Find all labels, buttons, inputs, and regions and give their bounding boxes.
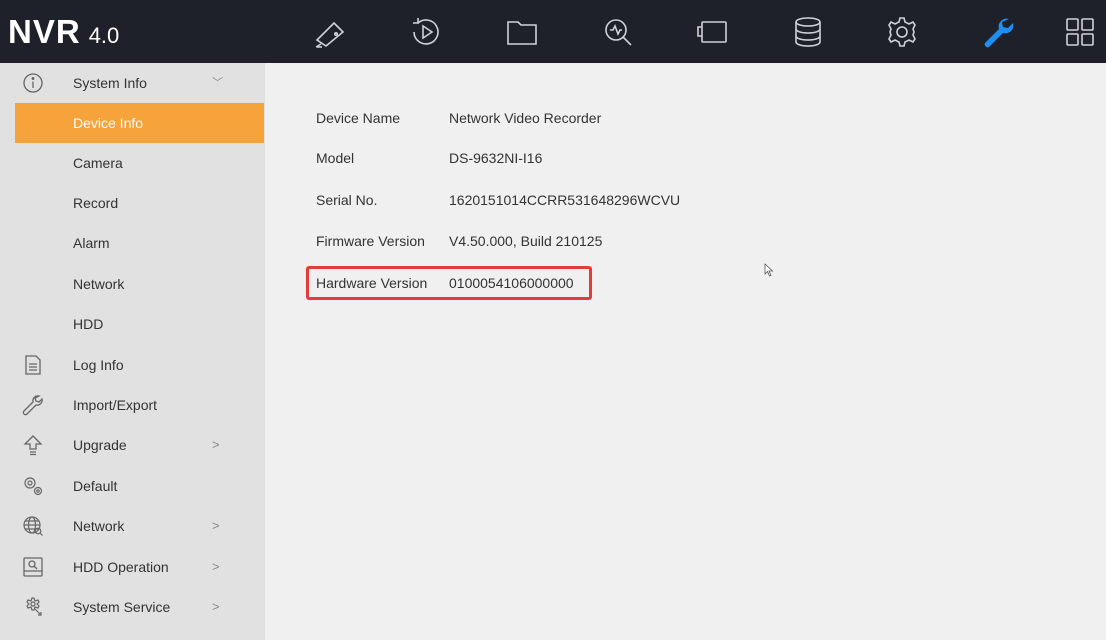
wrench-icon	[22, 394, 44, 416]
globe-icon	[22, 515, 44, 537]
configuration-gear-icon[interactable]	[880, 10, 924, 54]
chevron-right-icon: >	[212, 437, 220, 452]
sidebar-item-label: Device Info	[73, 115, 144, 131]
info-row-model: Model DS-9632NI-I16	[265, 138, 865, 178]
menu-grid-icon[interactable]	[1058, 10, 1102, 54]
sidebar: System Info ﹀ Device Info Camera Record …	[0, 63, 265, 640]
sidebar-item-label: Network	[73, 518, 125, 534]
playback-icon[interactable]	[404, 10, 448, 54]
sidebar-item-hdd-operation[interactable]: HDD Operation >	[0, 547, 265, 587]
sidebar-item-import-export[interactable]: Import/Export	[0, 385, 265, 425]
info-row-serial-no: Serial No. 1620151014CCRR531648296WCVU	[265, 180, 865, 220]
sidebar-item-upgrade[interactable]: Upgrade >	[0, 425, 265, 465]
sidebar-item-hdd[interactable]: HDD	[0, 304, 265, 344]
document-icon	[22, 354, 44, 376]
sidebar-item-label: Import/Export	[73, 397, 158, 413]
sidebar-item-system-service[interactable]: System Service >	[0, 587, 265, 627]
info-key: Model	[316, 150, 355, 166]
maintenance-wrench-icon[interactable]	[976, 10, 1020, 54]
sidebar-item-label: Network	[73, 276, 125, 292]
sidebar-item-default[interactable]: Default	[0, 466, 265, 506]
sidebar-item-label: HDD	[73, 316, 104, 332]
info-value: Network Video Recorder	[449, 110, 602, 126]
sidebar-item-label: Upgrade	[73, 437, 127, 453]
file-management-icon[interactable]	[500, 10, 544, 54]
gears-icon	[22, 475, 44, 497]
sidebar-item-label: Alarm	[73, 235, 110, 251]
smart-analysis-icon[interactable]	[596, 10, 640, 54]
device-info-panel: Device Name Network Video Recorder Model…	[265, 63, 1106, 640]
sidebar-item-record[interactable]: Record	[0, 183, 265, 223]
logo-version: 4.0	[88, 23, 120, 48]
sidebar-item-network[interactable]: Network >	[0, 506, 265, 546]
hdd-search-icon	[22, 556, 44, 578]
info-value: V4.50.000, Build 210125	[449, 233, 603, 249]
sidebar-item-log-info[interactable]: Log Info	[0, 345, 265, 385]
chevron-right-icon: >	[212, 559, 220, 574]
sidebar-item-camera[interactable]: Camera	[0, 143, 265, 183]
info-value: DS-9632NI-I16	[449, 150, 543, 166]
live-view-camera-icon[interactable]	[308, 10, 352, 54]
info-key: Device Name	[316, 110, 401, 126]
sidebar-item-network-info[interactable]: Network	[0, 264, 265, 304]
chevron-right-icon: >	[212, 599, 220, 614]
chevron-right-icon: >	[212, 518, 220, 533]
info-key: Firmware Version	[316, 233, 425, 249]
sidebar-item-label: Camera	[73, 155, 123, 171]
sidebar-item-alarm[interactable]: Alarm	[0, 223, 265, 263]
info-icon	[22, 72, 44, 94]
sidebar-item-label: System Info	[73, 75, 147, 91]
sidebar-item-label: Log Info	[73, 357, 124, 373]
sidebar-item-label: Default	[73, 478, 118, 494]
hardware-version-highlight	[306, 266, 592, 300]
top-bar: NVR 4.0	[0, 0, 1106, 63]
sidebar-item-system-info[interactable]: System Info ﹀	[0, 63, 265, 103]
chevron-down-icon: ﹀	[212, 77, 223, 89]
sidebar-item-label: System Service	[73, 599, 171, 615]
sidebar-item-label: Record	[73, 195, 119, 211]
logo-text: NVR	[8, 13, 81, 50]
mouse-cursor-icon	[764, 263, 774, 277]
sidebar-item-label: HDD Operation	[73, 559, 169, 575]
upload-arrow-icon	[22, 434, 44, 456]
camera-config-icon[interactable]	[690, 10, 734, 54]
storage-icon[interactable]	[786, 10, 830, 54]
info-value: 1620151014CCRR531648296WCVU	[449, 192, 681, 208]
nvr-logo: NVR 4.0	[8, 14, 119, 50]
info-row-firmware-version: Firmware Version V4.50.000, Build 210125	[265, 221, 865, 261]
info-row-device-name: Device Name Network Video Recorder	[265, 98, 865, 138]
service-gear-icon	[22, 596, 44, 618]
info-key: Serial No.	[316, 192, 378, 208]
sidebar-item-device-info[interactable]: Device Info	[15, 103, 264, 143]
